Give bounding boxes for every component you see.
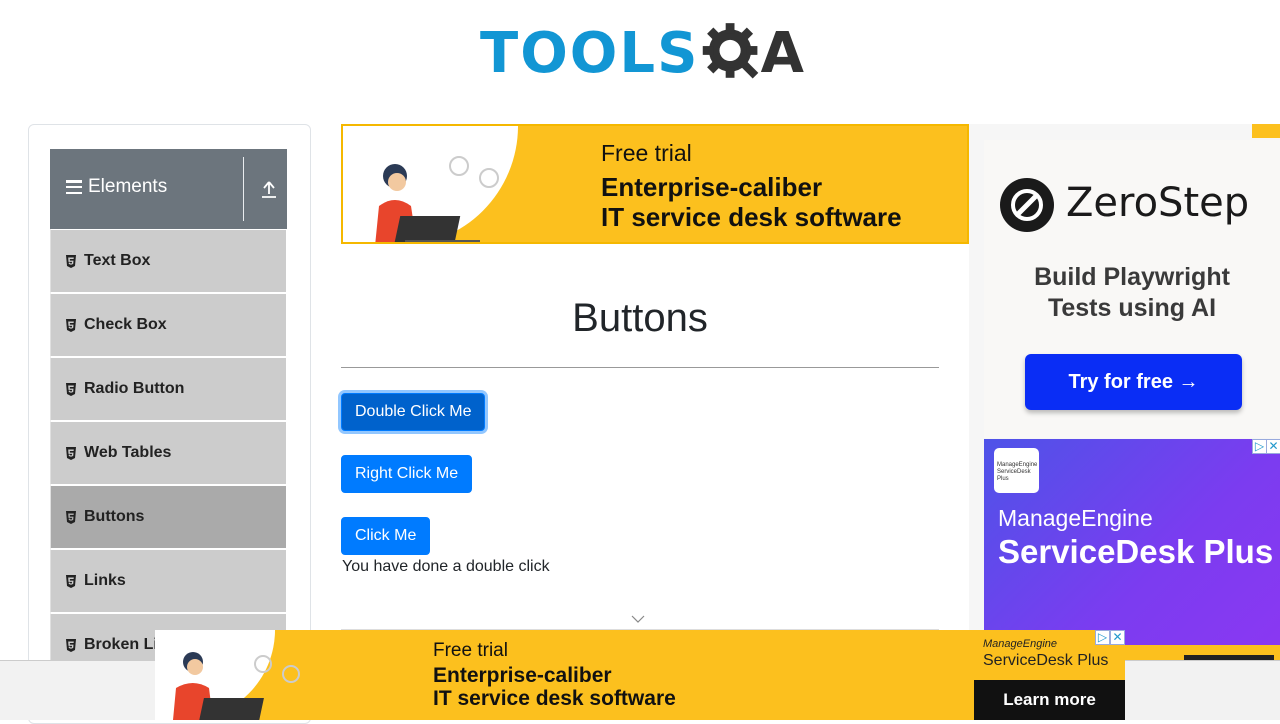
- sidebar-item-label: Web Tables: [84, 444, 172, 461]
- sidebar-item-label: Check Box: [84, 316, 167, 333]
- bottom-ad-product: ServiceDesk Plus: [983, 652, 1109, 669]
- me-product: ServiceDesk Plus: [998, 533, 1274, 570]
- group-title-wrap: Elements: [66, 176, 167, 198]
- sidebar-item-label: Buttons: [84, 508, 145, 525]
- me-brand: ManageEngine: [998, 505, 1153, 531]
- header-divider: [243, 157, 244, 221]
- group-title: Elements: [88, 176, 168, 197]
- html5-icon: [66, 510, 76, 524]
- bottom-ad-banner[interactable]: Free trial Enterprise-caliber IT service…: [155, 630, 1125, 720]
- html5-icon: [66, 382, 76, 396]
- sidebar-item-check-box[interactable]: Check Box: [50, 293, 287, 357]
- elements-group-header[interactable]: Elements: [50, 149, 287, 229]
- logo-letter-a: A: [760, 21, 804, 86]
- badge-line1: ManageEngine: [997, 462, 1038, 468]
- servicedesk-badge: ManageEngine ServiceDesk Plus: [994, 448, 1039, 493]
- person-laptop-illustration: [375, 156, 499, 242]
- toolsqa-logo[interactable]: TOOLS A: [480, 14, 804, 94]
- adchoices-icon[interactable]: ▷: [1252, 439, 1267, 454]
- adchoices-icon[interactable]: ▷: [1095, 630, 1110, 645]
- sidebar-item-label: Text Box: [84, 252, 151, 269]
- try-for-free-button[interactable]: Try for free →: [1025, 354, 1242, 410]
- html5-icon: [66, 318, 76, 332]
- top-ad-banner[interactable]: Free trial Enterprise-caliber IT service…: [341, 124, 969, 244]
- right-click-button[interactable]: Right Click Me: [341, 455, 473, 493]
- chevron-down-icon[interactable]: [631, 614, 645, 624]
- zerostep-subtitle: Build Playwright Tests using AI: [984, 262, 1280, 324]
- ad-text-1: Free trial: [601, 140, 692, 166]
- bottom-ad-text-1: Free trial: [433, 640, 508, 661]
- gear-icon: [703, 23, 759, 79]
- html5-icon: [66, 446, 76, 460]
- sidebar-item-text-box[interactable]: Text Box: [50, 229, 287, 293]
- learn-more-button[interactable]: Learn more: [974, 680, 1125, 720]
- zerostep-logo-icon: [1000, 178, 1054, 232]
- elements-menu: Text Box Check Box Radio Button Web Tabl…: [50, 229, 287, 677]
- ad-corner-accent: [1252, 124, 1280, 138]
- click-me-button[interactable]: Click Me: [341, 517, 431, 555]
- zerostep-subtitle-line1: Build Playwright: [1034, 263, 1230, 291]
- close-ad-icon[interactable]: ✕: [1266, 439, 1280, 454]
- sidebar-item-buttons[interactable]: Buttons: [50, 485, 287, 549]
- ad-text-2: Enterprise-caliber: [601, 172, 823, 202]
- title-divider: [341, 367, 939, 368]
- html5-icon: [66, 638, 76, 652]
- page-title: Buttons: [572, 296, 708, 340]
- html5-icon: [66, 574, 76, 588]
- sidebar-item-radio-button[interactable]: Radio Button: [50, 357, 287, 421]
- close-ad-icon[interactable]: ✕: [1110, 630, 1125, 645]
- manageengine-ad[interactable]: ManageEngine ServiceDesk Plus ManageEngi…: [984, 439, 1280, 645]
- sidebar-item-web-tables[interactable]: Web Tables: [50, 421, 287, 485]
- site-header: TOOLS A: [0, 0, 1280, 110]
- logo-text: TOOLS: [480, 21, 700, 86]
- html5-icon: [66, 254, 76, 268]
- zerostep-subtitle-line2: Tests using AI: [1047, 294, 1217, 322]
- badge-line2: ServiceDesk Plus: [997, 469, 1031, 482]
- sidebar-item-label: Links: [84, 572, 126, 589]
- person-laptop-illustration: [173, 652, 300, 720]
- double-click-message: You have done a double click: [342, 558, 550, 575]
- double-click-button[interactable]: Double Click Me: [341, 393, 486, 431]
- sidebar-item-links[interactable]: Links: [50, 549, 287, 613]
- bottom-ad-text-2: Enterprise-caliber: [433, 664, 612, 687]
- bottom-ad-text-3: IT service desk software: [433, 687, 676, 710]
- collapse-arrow-icon[interactable]: [261, 179, 277, 199]
- ad-text-3: IT service desk software: [601, 202, 902, 232]
- hamburger-icon: [66, 180, 82, 194]
- sidebar-item-label: Radio Button: [84, 380, 185, 397]
- bottom-ad-brand: ManageEngine: [983, 638, 1058, 650]
- zerostep-brand: ZeroStep: [1066, 180, 1250, 226]
